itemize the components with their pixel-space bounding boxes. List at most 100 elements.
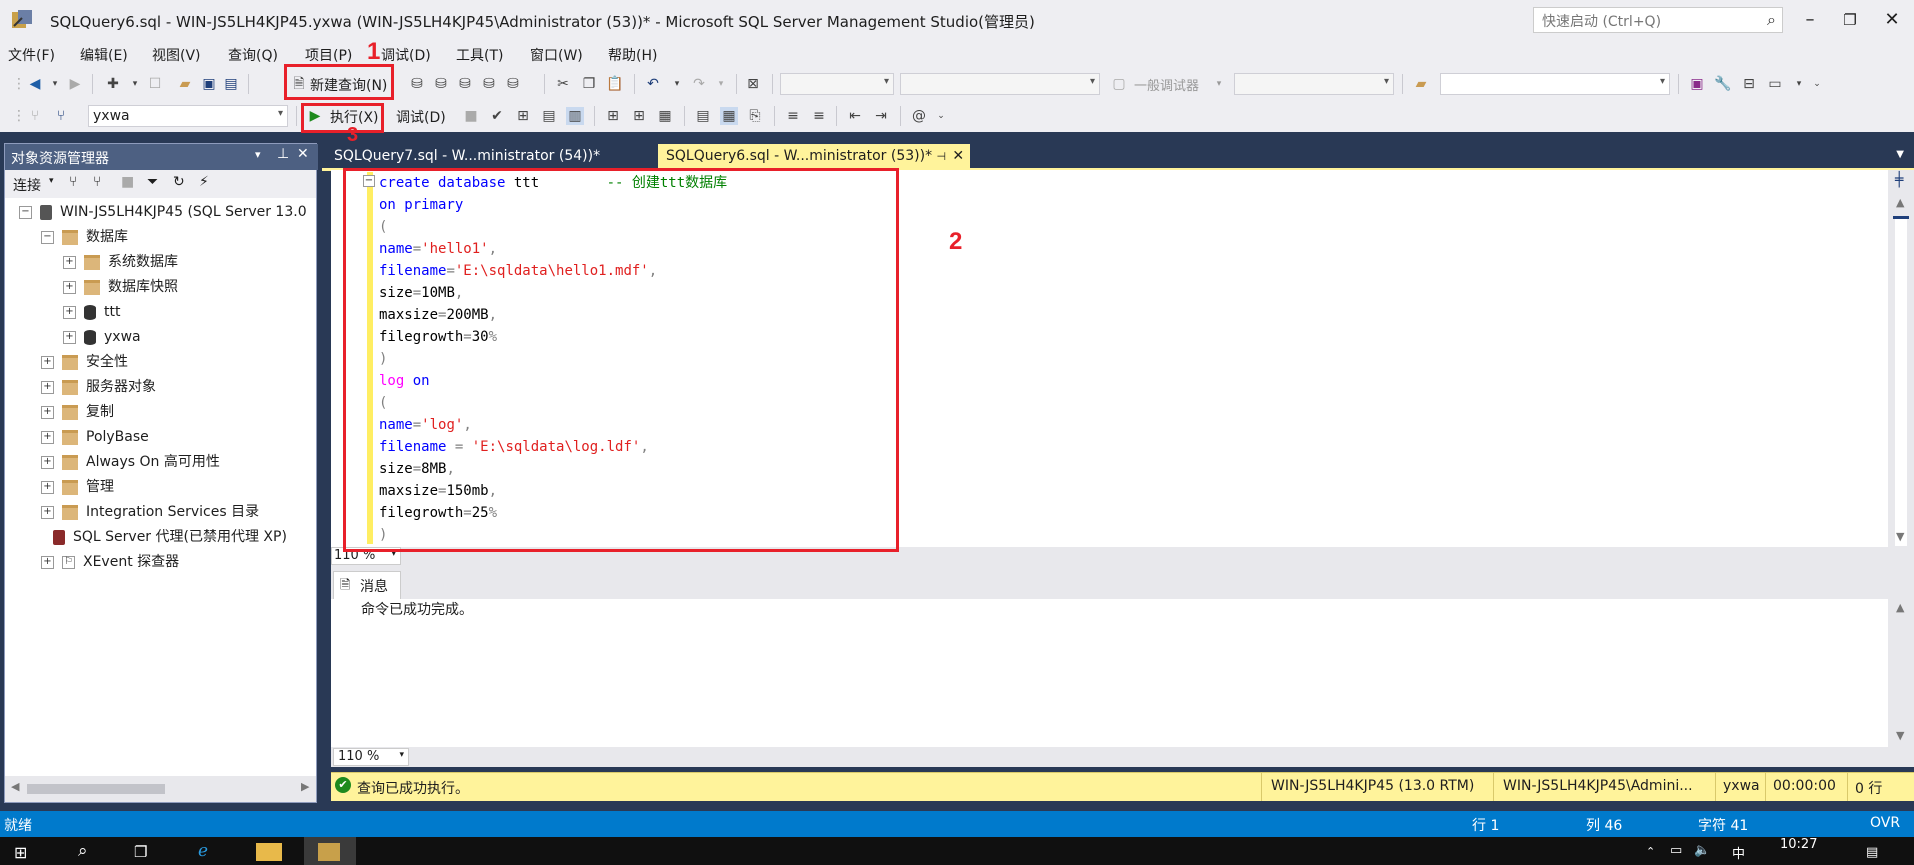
save-all-icon[interactable]: ▤	[222, 75, 240, 93]
dax-query-icon[interactable]: ⛁	[504, 75, 522, 93]
collapse-node-icon[interactable]: −	[19, 205, 32, 219]
database-engine-query-icon[interactable]: ⛁	[408, 75, 426, 93]
forward-icon[interactable]: ▶	[66, 75, 84, 93]
new-project-icon[interactable]: ✚	[104, 75, 122, 93]
expand-node-icon[interactable]: +	[41, 555, 54, 569]
action-center-icon[interactable]: ▤	[1866, 845, 1878, 860]
quick-launch-input[interactable]: 快速启动 (Ctrl+Q) ⌕	[1533, 7, 1783, 33]
expand-node-icon[interactable]: +	[63, 305, 76, 319]
solution-platform-combo[interactable]: ▾	[900, 73, 1100, 95]
menu-tools[interactable]: 工具(T)	[456, 45, 503, 65]
tree-node[interactable]: + 数据库快照	[63, 275, 178, 299]
menu-file[interactable]: 文件(F)	[8, 45, 55, 65]
back-icon[interactable]: ◀	[26, 75, 44, 93]
customize-dropdown-icon[interactable]: ▾	[1790, 75, 1808, 93]
save-icon[interactable]: ▣	[200, 75, 218, 93]
activity-monitor-icon[interactable]: ⊠	[744, 75, 762, 93]
expand-node-icon[interactable]: +	[63, 255, 76, 269]
pin-icon[interactable]: ⊥	[277, 146, 289, 162]
ime-indicator[interactable]: 中	[1732, 843, 1745, 862]
expand-node-icon[interactable]: +	[41, 405, 54, 419]
specify-template-values-icon[interactable]: @	[910, 107, 928, 125]
messages-vertical-scrollbar[interactable]: ▲ ▼	[1888, 599, 1914, 747]
change-connection-icon[interactable]: ⑂	[52, 107, 70, 125]
ssms-taskbar-button[interactable]	[304, 837, 356, 865]
toolbox-icon[interactable]: ⊟	[1740, 75, 1758, 93]
available-databases-combo[interactable]: yxwa ▾	[88, 105, 288, 127]
actual-plan-icon[interactable]: ⊞	[604, 107, 622, 125]
solution-explorer-icon[interactable]: ▣	[1688, 75, 1706, 93]
split-icon[interactable]: ╪	[1895, 172, 1903, 188]
menu-query[interactable]: 查询(Q)	[228, 45, 278, 65]
paste-icon[interactable]: 📋	[606, 75, 624, 93]
collapse-node-icon[interactable]: −	[41, 230, 54, 244]
network-icon[interactable]: ▭	[1670, 843, 1682, 858]
expand-node-icon[interactable]: +	[63, 280, 76, 294]
expand-node-icon[interactable]: +	[41, 355, 54, 369]
expand-node-icon[interactable]: +	[41, 455, 54, 469]
editor-vertical-scrollbar[interactable]: ╪ ▲ ▼	[1888, 170, 1914, 547]
back-dropdown-icon[interactable]: ▾	[46, 75, 64, 93]
tree-node[interactable]: + 服务器对象	[41, 375, 156, 399]
client-stats-icon[interactable]: ▦	[656, 107, 674, 125]
decrease-indent-icon[interactable]: ⇤	[846, 107, 864, 125]
tree-node[interactable]: + 安全性	[41, 350, 128, 374]
disconnect-icon[interactable]: ⑂	[93, 174, 101, 190]
search-icon[interactable]: ⌕	[78, 841, 88, 861]
tab-sqlquery7[interactable]: SQLQuery7.sql - W...ministrator (54))*	[326, 144, 608, 169]
toolbar-overflow-icon[interactable]: ⌄	[932, 107, 950, 125]
tab-sqlquery6[interactable]: SQLQuery6.sql - W...ministrator (53))* ⊣…	[658, 144, 971, 169]
tree-node[interactable]: + ⚐ XEvent 探查器	[41, 550, 179, 574]
uncomment-icon[interactable]: ≡	[810, 107, 828, 125]
panel-menu-icon[interactable]: ▾	[255, 148, 261, 161]
tree-node[interactable]: + 系统数据库	[63, 250, 178, 274]
tree-node[interactable]: + 管理	[41, 475, 114, 499]
tree-node[interactable]: SQL Server 代理(已禁用代理 XP)	[53, 525, 287, 549]
expand-node-icon[interactable]: +	[63, 330, 76, 344]
menu-help[interactable]: 帮助(H)	[608, 45, 657, 65]
find-combo[interactable]: ▾	[1440, 73, 1670, 95]
redo-icon[interactable]: ↷	[690, 75, 708, 93]
messages-pane[interactable]: 命令已成功完成。	[331, 599, 1888, 747]
debug-button[interactable]: 调试(D)	[396, 107, 446, 127]
add-item-icon[interactable]: ☐	[146, 75, 164, 93]
tree-node[interactable]: + ttt	[63, 300, 120, 324]
tree-node[interactable]: + Always On 高可用性	[41, 450, 220, 474]
internet-explorer-icon[interactable]: ℯ	[198, 841, 208, 861]
stop-icon[interactable]: ■	[121, 174, 134, 190]
expand-node-icon[interactable]: +	[41, 480, 54, 494]
open-file-icon[interactable]: ▰	[176, 75, 194, 93]
tree-node[interactable]: + PolyBase	[41, 425, 149, 449]
find-in-files-icon[interactable]: ▰	[1412, 75, 1430, 93]
task-view-icon[interactable]: ❐	[134, 843, 147, 861]
close-panel-icon[interactable]: ✕	[297, 146, 309, 162]
close-window-button[interactable]: ✕	[1872, 6, 1912, 34]
undo-icon[interactable]: ↶	[644, 75, 662, 93]
menu-debug[interactable]: 调试(D)	[381, 45, 431, 65]
volume-icon[interactable]: 🔈	[1694, 843, 1710, 858]
options-icon[interactable]: ▭	[1766, 75, 1784, 93]
xmla-query-icon[interactable]: ⛁	[480, 75, 498, 93]
parse-icon[interactable]: ✔	[488, 107, 506, 125]
toolbar-overflow-icon[interactable]: ⌄	[1808, 75, 1826, 93]
increase-indent-icon[interactable]: ⇥	[872, 107, 890, 125]
solution-config-combo[interactable]: ▾	[780, 73, 894, 95]
debug-target-combo[interactable]: ▾	[1234, 73, 1394, 95]
cancel-query-icon[interactable]: ■	[462, 107, 480, 125]
menu-edit[interactable]: 编辑(E)	[80, 45, 128, 65]
filter-icon[interactable]: ⏷	[147, 174, 158, 190]
display-plan-icon[interactable]: ⊞	[514, 107, 532, 125]
connect-dropdown-icon[interactable]: ▾	[49, 176, 54, 186]
debugger-dropdown-icon[interactable]: ▾	[1210, 75, 1228, 93]
menu-view[interactable]: 视图(V)	[152, 45, 201, 65]
tab-overflow-icon[interactable]: ▼	[1896, 149, 1904, 160]
new-project-dropdown-icon[interactable]: ▾	[126, 75, 144, 93]
tab-messages[interactable]: 🗎 消息	[333, 571, 401, 599]
tree-node[interactable]: − 数据库	[41, 225, 128, 249]
menu-project[interactable]: 项目(P)	[305, 45, 352, 65]
comment-out-icon[interactable]: ≡	[784, 107, 802, 125]
expand-node-icon[interactable]: +	[41, 505, 54, 519]
cut-icon[interactable]: ✂	[554, 75, 572, 93]
menu-window[interactable]: 窗口(W)	[530, 45, 583, 65]
activity-monitor-icon[interactable]: ⚡	[199, 174, 209, 190]
